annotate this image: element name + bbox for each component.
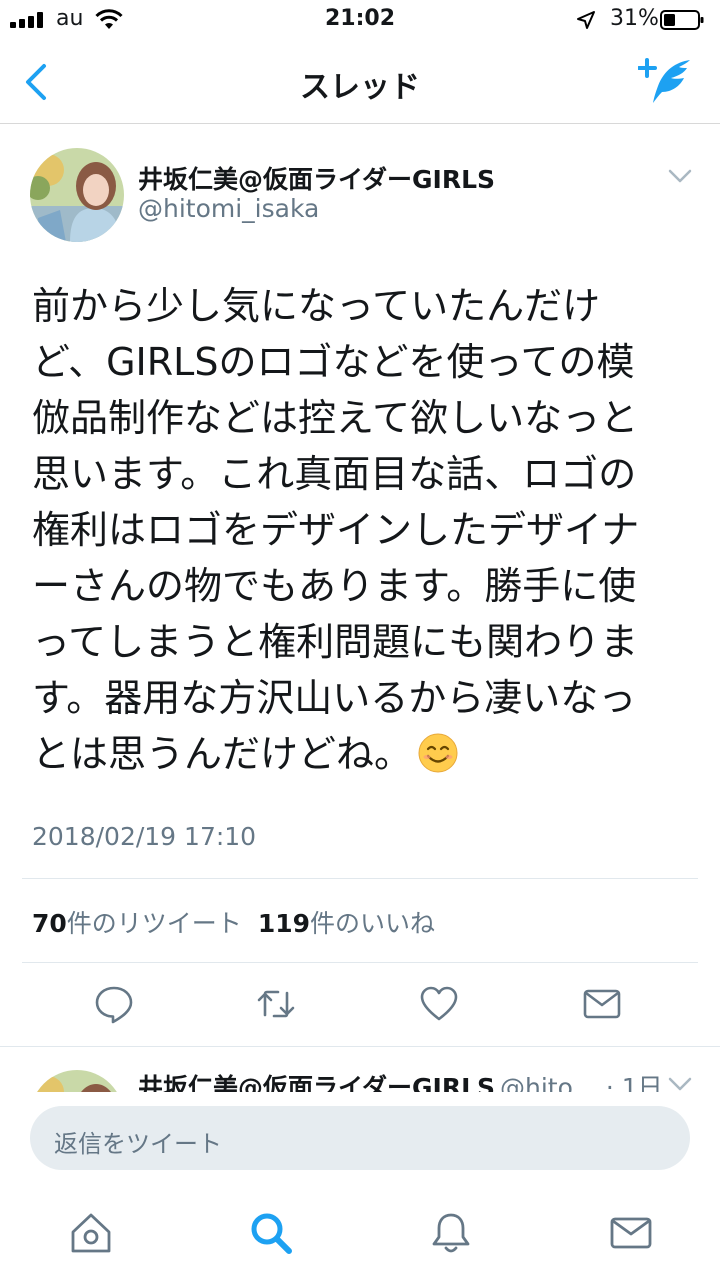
battery-icon — [660, 10, 704, 30]
chevron-down-icon[interactable] — [668, 168, 692, 184]
location-arrow-icon — [577, 11, 595, 29]
divider — [22, 878, 698, 879]
tweet-line: 倣品制作などは控えて欲しいなっと — [32, 396, 639, 440]
notifications-bell-icon[interactable] — [428, 1210, 474, 1256]
tweet-line-last: とは思うんだけどね。 — [32, 726, 692, 782]
tweet-line: 思います。これ真面目な話、ロゴの — [32, 452, 637, 496]
reply-icon[interactable] — [94, 984, 134, 1024]
battery-percent: 31% — [610, 6, 659, 31]
like-stat-label: 件のいいね — [310, 909, 436, 938]
home-icon[interactable] — [68, 1210, 114, 1256]
like-stat[interactable]: 119件のいいね — [258, 909, 435, 938]
retweet-stat[interactable]: 70件のリツイート — [32, 909, 242, 938]
tab-bar — [0, 1184, 720, 1280]
avatar[interactable] — [30, 148, 124, 242]
tweet-text: 前から少し気になっていたんだけ ど、GIRLSのロゴなどを使っての模 倣品制作などは… — [32, 278, 692, 782]
page-title: スレッド — [300, 70, 420, 105]
chevron-down-icon[interactable] — [668, 1076, 692, 1092]
search-icon[interactable] — [248, 1210, 294, 1256]
retweet-count: 70 — [32, 909, 67, 938]
compose-tweet-icon[interactable] — [638, 56, 694, 106]
smiling-face-emoji — [418, 733, 458, 773]
retweet-icon[interactable] — [256, 984, 296, 1024]
messages-envelope-icon[interactable] — [608, 1210, 654, 1256]
navigation-bar: スレッド — [0, 40, 720, 124]
tweet-line: す。器用な方沢山いるから凄いなっ — [32, 676, 637, 720]
retweet-stat-label: 件のリツイート — [66, 909, 242, 938]
divider — [0, 1046, 720, 1047]
reply-bar: 返信をツイート — [0, 1092, 720, 1184]
tweet-meta: @hito… · 1日 — [500, 1073, 663, 1092]
profile-photo — [30, 1070, 124, 1092]
tweet-line: ってしまうと権利問題にも関わりま — [32, 620, 639, 664]
direct-message-icon[interactable] — [582, 984, 622, 1024]
author-name[interactable]: 井坂仁美@仮面ライダーGIRLS — [138, 160, 495, 196]
next-tweet[interactable]: 井坂仁美@仮面ライダーGIRLS @hito… · 1日 — [0, 1048, 720, 1092]
engagement-stats: 70件のリツイート 119件のいいね — [32, 904, 435, 940]
author-handle[interactable]: @hitomi_isaka — [138, 194, 319, 223]
divider — [22, 962, 698, 963]
like-heart-icon[interactable] — [419, 984, 459, 1024]
tweet-line: 権利はロゴをデザインしたデザイナ — [32, 508, 640, 552]
tweet-timestamp: 2018/02/19 17:10 — [32, 822, 257, 851]
tweet-line: とは思うんだけどね。 — [32, 732, 413, 776]
reply-placeholder: 返信をツイート — [54, 1130, 222, 1158]
avatar[interactable] — [30, 1070, 124, 1092]
like-count: 119 — [257, 909, 310, 938]
tweet-line: ーさんの物でもあります。勝手に使 — [32, 564, 637, 608]
profile-photo — [30, 148, 124, 242]
tweet-line: 前から少し気になっていたんだけ — [32, 284, 601, 328]
tweet-line: ど、GIRLSのロゴなどを使っての模 — [32, 340, 635, 384]
status-bar: au 21:02 31% — [0, 0, 720, 40]
author-name[interactable]: 井坂仁美@仮面ライダーGIRLS — [138, 1068, 495, 1092]
